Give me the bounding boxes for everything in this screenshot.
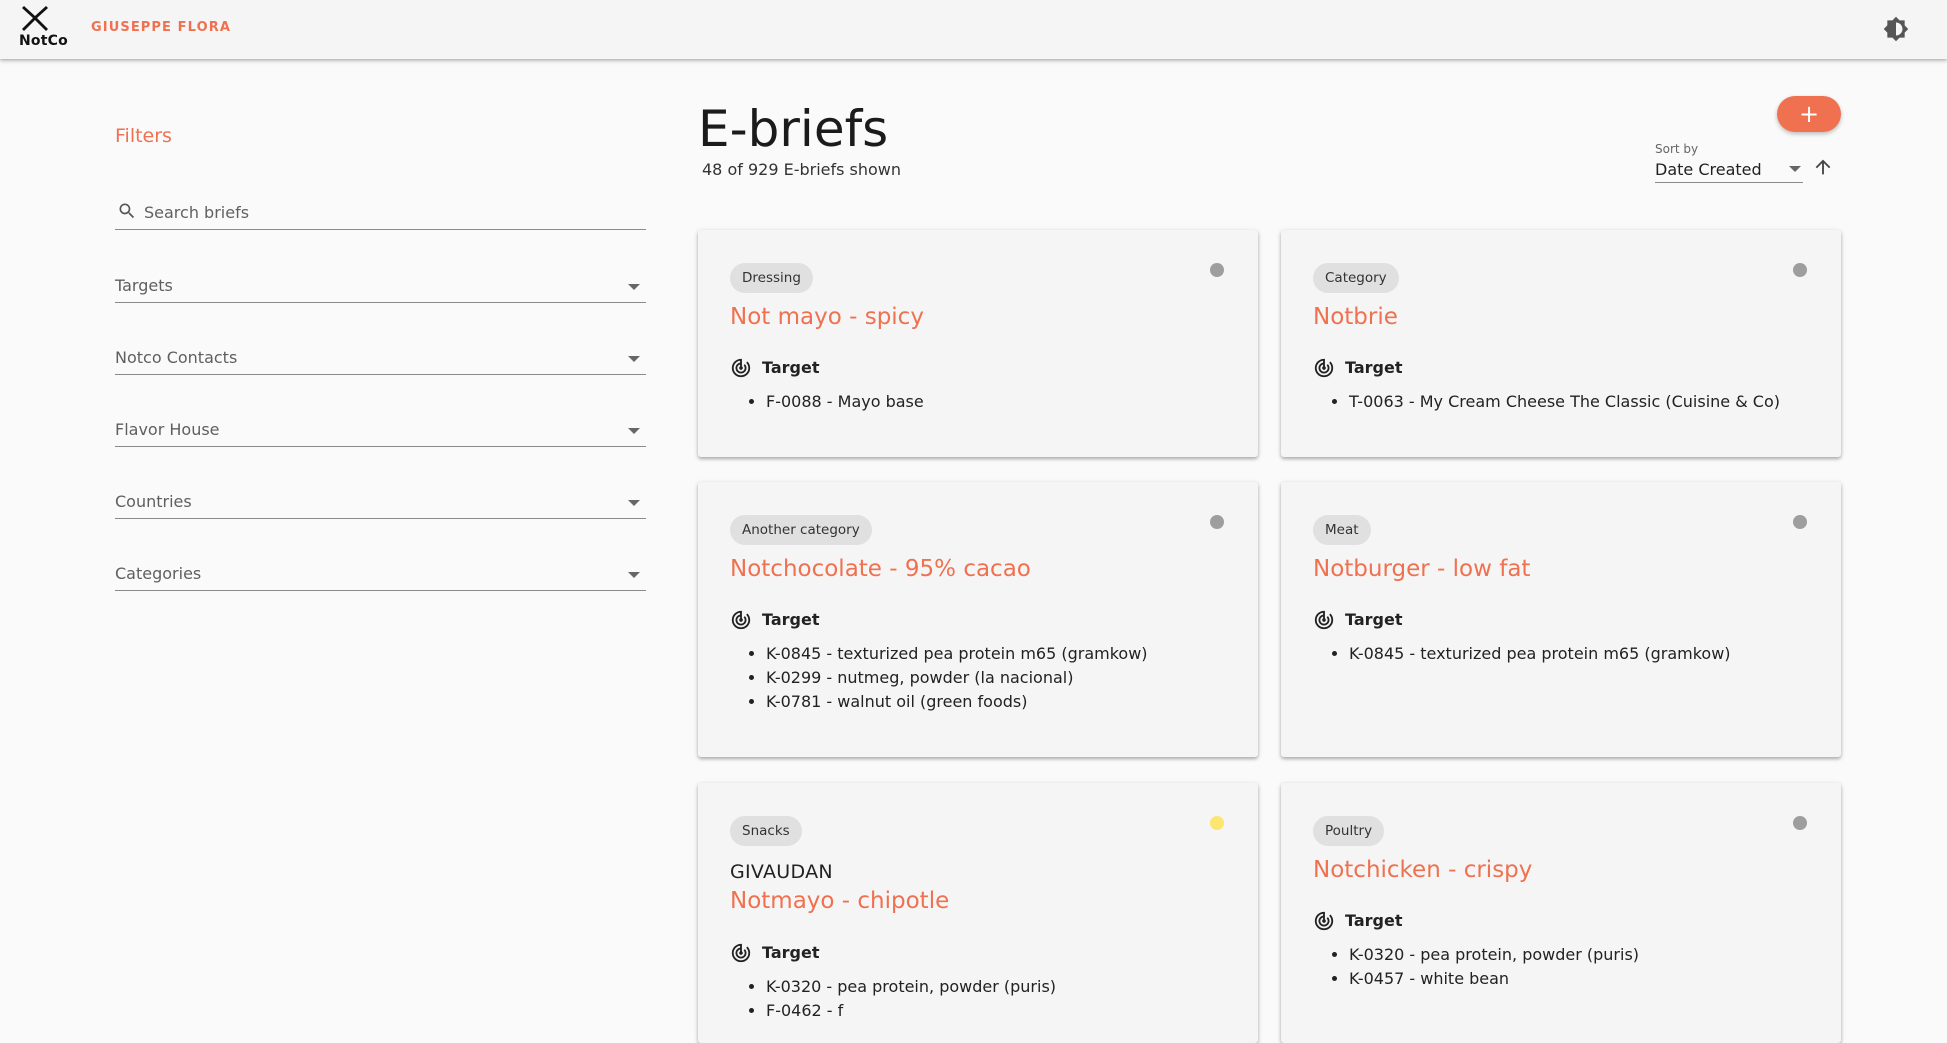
brightness-icon[interactable]	[1883, 16, 1909, 42]
flavor-house-name: GIVAUDAN	[730, 861, 833, 883]
ebrief-title[interactable]: Not mayo - spicy	[730, 304, 924, 330]
target-list: F-0088 - Mayo base	[730, 390, 924, 414]
category-chip[interactable]: Snacks	[730, 816, 802, 846]
target-item: K-0299 - nutmeg, powder (la nacional)	[766, 666, 1148, 690]
chevron-down-icon	[628, 572, 640, 578]
ebrief-title[interactable]: Notburger - low fat	[1313, 556, 1530, 582]
category-chip[interactable]: Another category	[730, 515, 872, 545]
status-dot	[1210, 816, 1224, 830]
target-item: K-0845 - texturized pea protein m65 (gra…	[1349, 642, 1731, 666]
ebrief-title[interactable]: Notchicken - crispy	[1313, 857, 1532, 883]
targets-select[interactable]: Targets	[115, 270, 646, 303]
ebrief-card[interactable]: Poultry Notchicken - crispy Target K-032…	[1281, 783, 1841, 1043]
user-name[interactable]: GIUSEPPE FLORA	[91, 20, 231, 35]
ebrief-title[interactable]: Notbrie	[1313, 304, 1398, 330]
categories-select[interactable]: Categories	[115, 558, 646, 591]
top-app-bar: NotCo GIUSEPPE FLORA	[0, 0, 1947, 59]
target-item: K-0320 - pea protein, powder (puris)	[766, 975, 1056, 999]
target-item: K-0845 - texturized pea protein m65 (gra…	[766, 642, 1148, 666]
target-label: Target	[762, 610, 820, 629]
sort-caption: Sort by	[1655, 142, 1699, 156]
search-field[interactable]	[115, 197, 646, 230]
target-label: Target	[1345, 610, 1403, 629]
target-item: K-0781 - walnut oil (green foods)	[766, 690, 1148, 714]
target-label: Target	[762, 358, 820, 377]
target-list: K-0320 - pea protein, powder (puris) K-0…	[1313, 943, 1639, 991]
filters-title: Filters	[115, 125, 172, 147]
countries-select[interactable]: Countries	[115, 486, 646, 519]
chevron-down-icon	[1789, 166, 1801, 172]
chevron-down-icon	[628, 284, 640, 290]
target-icon	[731, 943, 751, 963]
target-item: K-0457 - white bean	[1349, 967, 1639, 991]
chevron-down-icon	[628, 428, 640, 434]
target-label: Target	[1345, 911, 1403, 930]
targets-select-label: Targets	[115, 276, 173, 295]
category-chip[interactable]: Dressing	[730, 263, 813, 293]
category-chip[interactable]: Category	[1313, 263, 1399, 293]
target-list: K-0845 - texturized pea protein m65 (gra…	[1313, 642, 1731, 666]
status-dot	[1793, 816, 1807, 830]
ebrief-card[interactable]: Meat Notburger - low fat Target K-0845 -…	[1281, 482, 1841, 757]
notco-contacts-select-label: Notco Contacts	[115, 348, 238, 367]
status-dot	[1793, 515, 1807, 529]
results-count: 48 of 929 E-briefs shown	[702, 160, 902, 179]
sort-value: Date Created	[1655, 160, 1762, 179]
sort-select[interactable]: Date Created	[1655, 158, 1803, 183]
notco-logo[interactable]: NotCo	[19, 4, 69, 52]
categories-select-label: Categories	[115, 564, 202, 583]
ebrief-title[interactable]: Notmayo - chipotle	[730, 888, 949, 914]
page-title: E-briefs	[698, 100, 889, 158]
target-label: Target	[1345, 358, 1403, 377]
ebrief-card[interactable]: Snacks GIVAUDAN Notmayo - chipotle Targe…	[698, 783, 1258, 1043]
logo-x-icon	[22, 6, 48, 31]
target-icon	[731, 358, 751, 378]
target-item: K-0320 - pea protein, powder (puris)	[1349, 943, 1639, 967]
target-item: T-0063 - My Cream Cheese The Classic (Cu…	[1349, 390, 1780, 414]
target-icon	[1314, 610, 1334, 630]
search-icon	[119, 203, 135, 219]
countries-select-label: Countries	[115, 492, 192, 511]
ebrief-card[interactable]: Another category Notchocolate - 95% caca…	[698, 482, 1258, 757]
add-ebrief-button[interactable]: +	[1777, 96, 1841, 132]
arrow-up-icon[interactable]	[1812, 156, 1834, 178]
chevron-down-icon	[628, 356, 640, 362]
category-chip[interactable]: Poultry	[1313, 816, 1385, 846]
category-chip[interactable]: Meat	[1313, 515, 1371, 545]
status-dot	[1210, 263, 1224, 277]
status-dot	[1793, 263, 1807, 277]
status-dot	[1210, 515, 1224, 529]
search-input[interactable]	[142, 199, 636, 225]
flavor-house-select[interactable]: Flavor House	[115, 414, 646, 447]
target-list: T-0063 - My Cream Cheese The Classic (Cu…	[1313, 390, 1780, 414]
target-icon	[731, 610, 751, 630]
target-item: F-0462 - f	[766, 999, 1056, 1023]
notco-contacts-select[interactable]: Notco Contacts	[115, 342, 646, 375]
chevron-down-icon	[628, 500, 640, 506]
target-list: K-0320 - pea protein, powder (puris) F-0…	[730, 975, 1056, 1023]
flavor-house-select-label: Flavor House	[115, 420, 220, 439]
target-item: F-0088 - Mayo base	[766, 390, 924, 414]
ebrief-card[interactable]: Dressing Not mayo - spicy Target F-0088 …	[698, 230, 1258, 457]
logo-text: NotCo	[19, 33, 68, 49]
target-icon	[1314, 911, 1334, 931]
ebrief-title[interactable]: Notchocolate - 95% cacao	[730, 556, 1031, 582]
target-icon	[1314, 358, 1334, 378]
ebrief-card[interactable]: Category Notbrie Target T-0063 - My Crea…	[1281, 230, 1841, 457]
target-label: Target	[762, 943, 820, 962]
target-list: K-0845 - texturized pea protein m65 (gra…	[730, 642, 1148, 714]
